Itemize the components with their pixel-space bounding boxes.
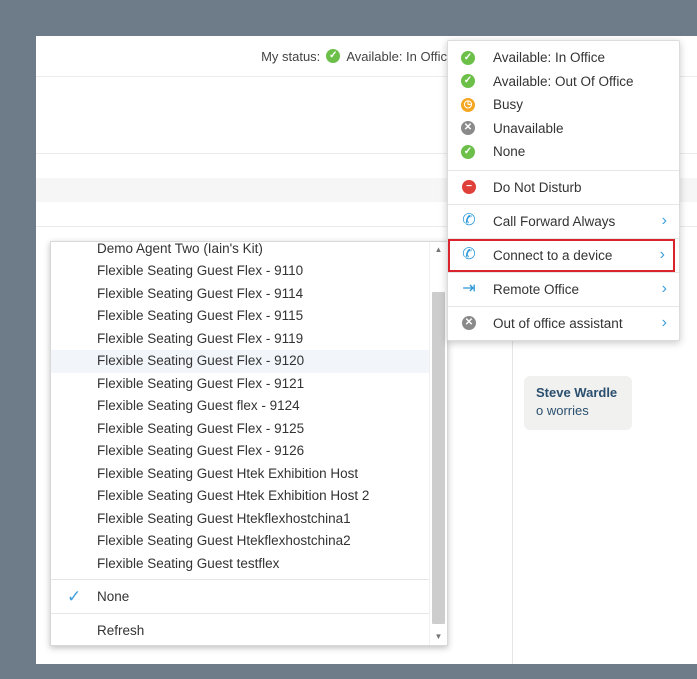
- status-option-label: Available: Out Of Office: [493, 73, 634, 89]
- call-forward-always-option[interactable]: ✆ Call Forward Always ›: [448, 205, 679, 238]
- out-of-office-assistant-label: Out of office assistant: [493, 315, 623, 331]
- refresh-option[interactable]: Refresh: [51, 614, 429, 645]
- chevron-right-icon: ›: [659, 246, 665, 263]
- clock-icon: ◷: [461, 97, 475, 112]
- chevron-right-icon: ›: [661, 314, 667, 331]
- check-circle-icon: ✓: [461, 74, 475, 89]
- device-option[interactable]: Flexible Seating Guest testflex: [51, 553, 429, 576]
- device-option[interactable]: Demo Agent Two (Iain's Kit): [51, 242, 429, 260]
- status-option-none[interactable]: ✓ None: [448, 140, 679, 164]
- remote-office-label: Remote Office: [493, 281, 580, 297]
- chevron-right-icon: ›: [661, 212, 667, 229]
- do-not-disturb-option[interactable]: − Do Not Disturb: [448, 171, 679, 204]
- connect-to-device-label: Connect to a device: [493, 247, 613, 263]
- out-of-office-assistant-option[interactable]: ✕ Out of office assistant ›: [448, 307, 679, 340]
- status-option-available-out-of-office[interactable]: ✓ Available: Out Of Office: [448, 70, 679, 94]
- device-option-hovered[interactable]: Flexible Seating Guest Flex - 9120: [51, 350, 429, 373]
- scroll-up-arrow-icon[interactable]: ▲: [430, 242, 447, 258]
- device-option[interactable]: Flexible Seating Guest Htek Exhibition H…: [51, 485, 429, 508]
- device-list: Demo Agent Two (Iain's Kit) Flexible Sea…: [51, 242, 429, 645]
- chat-sender-name: Steve Wardle: [536, 385, 618, 400]
- do-not-disturb-label: Do Not Disturb: [493, 179, 582, 195]
- chat-message: Steve Wardle o worries: [524, 376, 632, 430]
- scrollbar[interactable]: ▲ ▼: [429, 242, 447, 645]
- none-option-label: None: [97, 589, 130, 604]
- x-circle-icon: ✕: [462, 316, 476, 330]
- status-option-label: Unavailable: [493, 120, 564, 136]
- scroll-down-arrow-icon[interactable]: ▼: [430, 629, 447, 645]
- device-option[interactable]: Flexible Seating Guest Flex - 9114: [51, 283, 429, 306]
- check-icon: ✓: [67, 587, 82, 606]
- call-forward-icon: ✆: [462, 212, 476, 229]
- status-menu: ✓ Available: In Office ✓ Available: Out …: [447, 40, 680, 341]
- device-option[interactable]: Flexible Seating Guest Flex - 9125: [51, 418, 429, 441]
- exit-arrow-icon: ⇥: [462, 280, 476, 297]
- check-circle-icon: ✓: [461, 144, 475, 159]
- device-option[interactable]: Flexible Seating Guest flex - 9124: [51, 395, 429, 418]
- minus-circle-icon: −: [462, 180, 476, 194]
- none-option[interactable]: ✓ None: [51, 580, 429, 613]
- status-option-busy[interactable]: ◷ Busy: [448, 93, 679, 117]
- x-circle-icon: ✕: [461, 121, 475, 136]
- check-circle-icon: ✓: [326, 49, 341, 63]
- device-option[interactable]: Flexible Seating Guest Flex - 9110: [51, 260, 429, 283]
- device-option[interactable]: Flexible Seating Guest Htekflexhostchina…: [51, 530, 429, 553]
- status-option-label: Busy: [493, 97, 524, 113]
- chevron-right-icon: ›: [661, 280, 667, 297]
- status-option-unavailable[interactable]: ✕ Unavailable: [448, 117, 679, 141]
- current-status-button[interactable]: Available: In Offic: [346, 49, 447, 64]
- device-option[interactable]: Flexible Seating Guest Htek Exhibition H…: [51, 463, 429, 486]
- status-label: My status:: [261, 48, 321, 64]
- call-forward-label: Call Forward Always: [493, 213, 616, 229]
- remote-office-option[interactable]: ⇥ Remote Office ›: [448, 273, 679, 306]
- status-option-available-in-office[interactable]: ✓ Available: In Office: [448, 46, 679, 70]
- chat-message-text: o worries: [536, 403, 589, 418]
- scrollbar-thumb[interactable]: [432, 292, 445, 624]
- device-option[interactable]: Flexible Seating Guest Flex - 9126: [51, 440, 429, 463]
- device-option[interactable]: Flexible Seating Guest Flex - 9119: [51, 328, 429, 351]
- device-option[interactable]: Flexible Seating Guest Flex - 9121: [51, 373, 429, 396]
- device-option[interactable]: Flexible Seating Guest Htekflexhostchina…: [51, 508, 429, 531]
- check-circle-icon: ✓: [461, 50, 475, 65]
- device-list-dropdown[interactable]: Demo Agent Two (Iain's Kit) Flexible Sea…: [50, 241, 448, 646]
- device-option[interactable]: Flexible Seating Guest Flex - 9115: [51, 305, 429, 328]
- connect-to-device-option[interactable]: ✆ Connect to a device ›: [448, 238, 675, 272]
- status-option-label: None: [493, 144, 526, 160]
- status-option-label: Available: In Office: [493, 50, 606, 66]
- phone-add-icon: ✆: [462, 246, 476, 263]
